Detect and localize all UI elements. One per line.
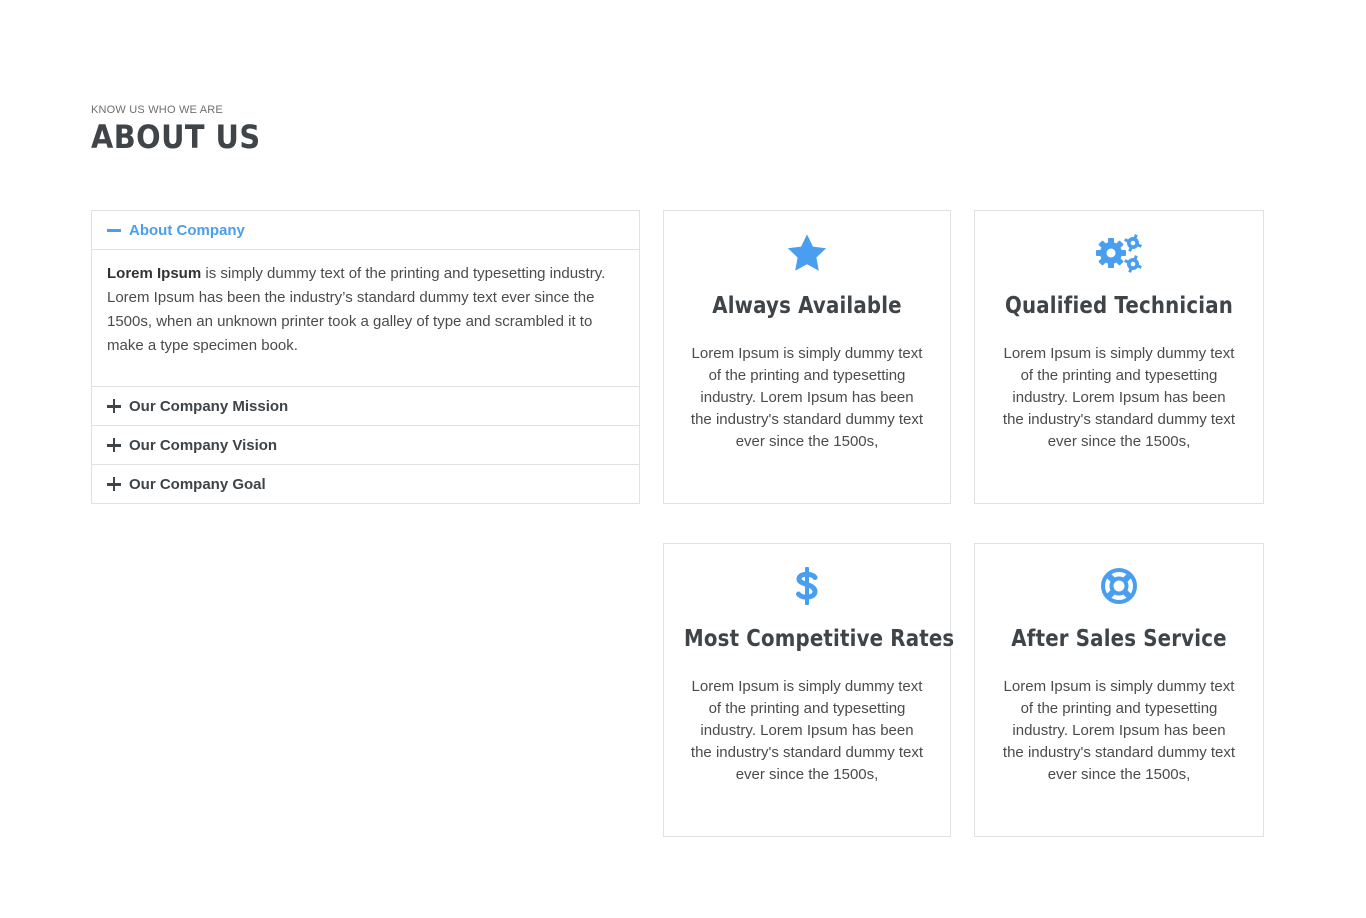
plus-icon <box>107 438 121 452</box>
feature-text: Lorem Ipsum is simply dummy text of the … <box>1002 678 1236 783</box>
section-title: ABOUT US <box>91 118 261 156</box>
accordion-item-goal: Our Company Goal <box>92 464 639 503</box>
feature-card-qualified-technician: Qualified Technician Lorem Ipsum is simp… <box>974 210 1264 504</box>
accordion-header-mission[interactable]: Our Company Mission <box>92 387 639 425</box>
section-kicker: KNOW US WHO WE ARE <box>91 104 223 116</box>
company-accordion: About Company Lorem Ipsum is simply dumm… <box>91 210 640 504</box>
accordion-item-mission: Our Company Mission <box>92 386 639 425</box>
life-ring-icon <box>975 564 1263 608</box>
plus-icon <box>107 477 121 491</box>
gears-icon <box>975 231 1263 275</box>
accordion-label: Our Company Vision <box>129 436 278 454</box>
section-header: KNOW US WHO WE ARE ABOUT US <box>91 104 279 156</box>
feature-text: Lorem Ipsum is simply dummy text of the … <box>690 345 924 450</box>
feature-title: After Sales Service <box>1011 626 1227 652</box>
accordion-label: Our Company Mission <box>129 397 289 415</box>
feature-text: Lorem Ipsum is simply dummy text of the … <box>1002 345 1236 450</box>
accordion-item-about-company: About Company Lorem Ipsum is simply dumm… <box>92 211 639 386</box>
feature-text: Lorem Ipsum is simply dummy text of the … <box>690 678 924 783</box>
feature-title: Always Available <box>712 293 902 319</box>
accordion-body-about-company: Lorem Ipsum is simply dummy text of the … <box>92 249 639 386</box>
feature-card-always-available: Always Available Lorem Ipsum is simply d… <box>663 210 951 504</box>
accordion-label: About Company <box>129 221 245 239</box>
feature-card-after-sales: After Sales Service Lorem Ipsum is simpl… <box>974 543 1264 837</box>
feature-title: Qualified Technician <box>1005 293 1233 319</box>
accordion-item-vision: Our Company Vision <box>92 425 639 464</box>
feature-card-competitive-rates: Most Competitive Rates Lorem Ipsum is si… <box>663 543 955 837</box>
accordion-header-goal[interactable]: Our Company Goal <box>92 465 639 503</box>
feature-title: Most Competitive Rates <box>684 626 955 652</box>
accordion-body-bold: Lorem Ipsum <box>107 265 202 282</box>
plus-icon <box>107 399 121 413</box>
dollar-icon <box>664 564 950 608</box>
accordion-header-vision[interactable]: Our Company Vision <box>92 426 639 464</box>
star-icon <box>664 231 950 275</box>
minus-icon <box>107 223 121 237</box>
accordion-header-about-company[interactable]: About Company <box>92 211 639 249</box>
accordion-label: Our Company Goal <box>129 475 266 493</box>
